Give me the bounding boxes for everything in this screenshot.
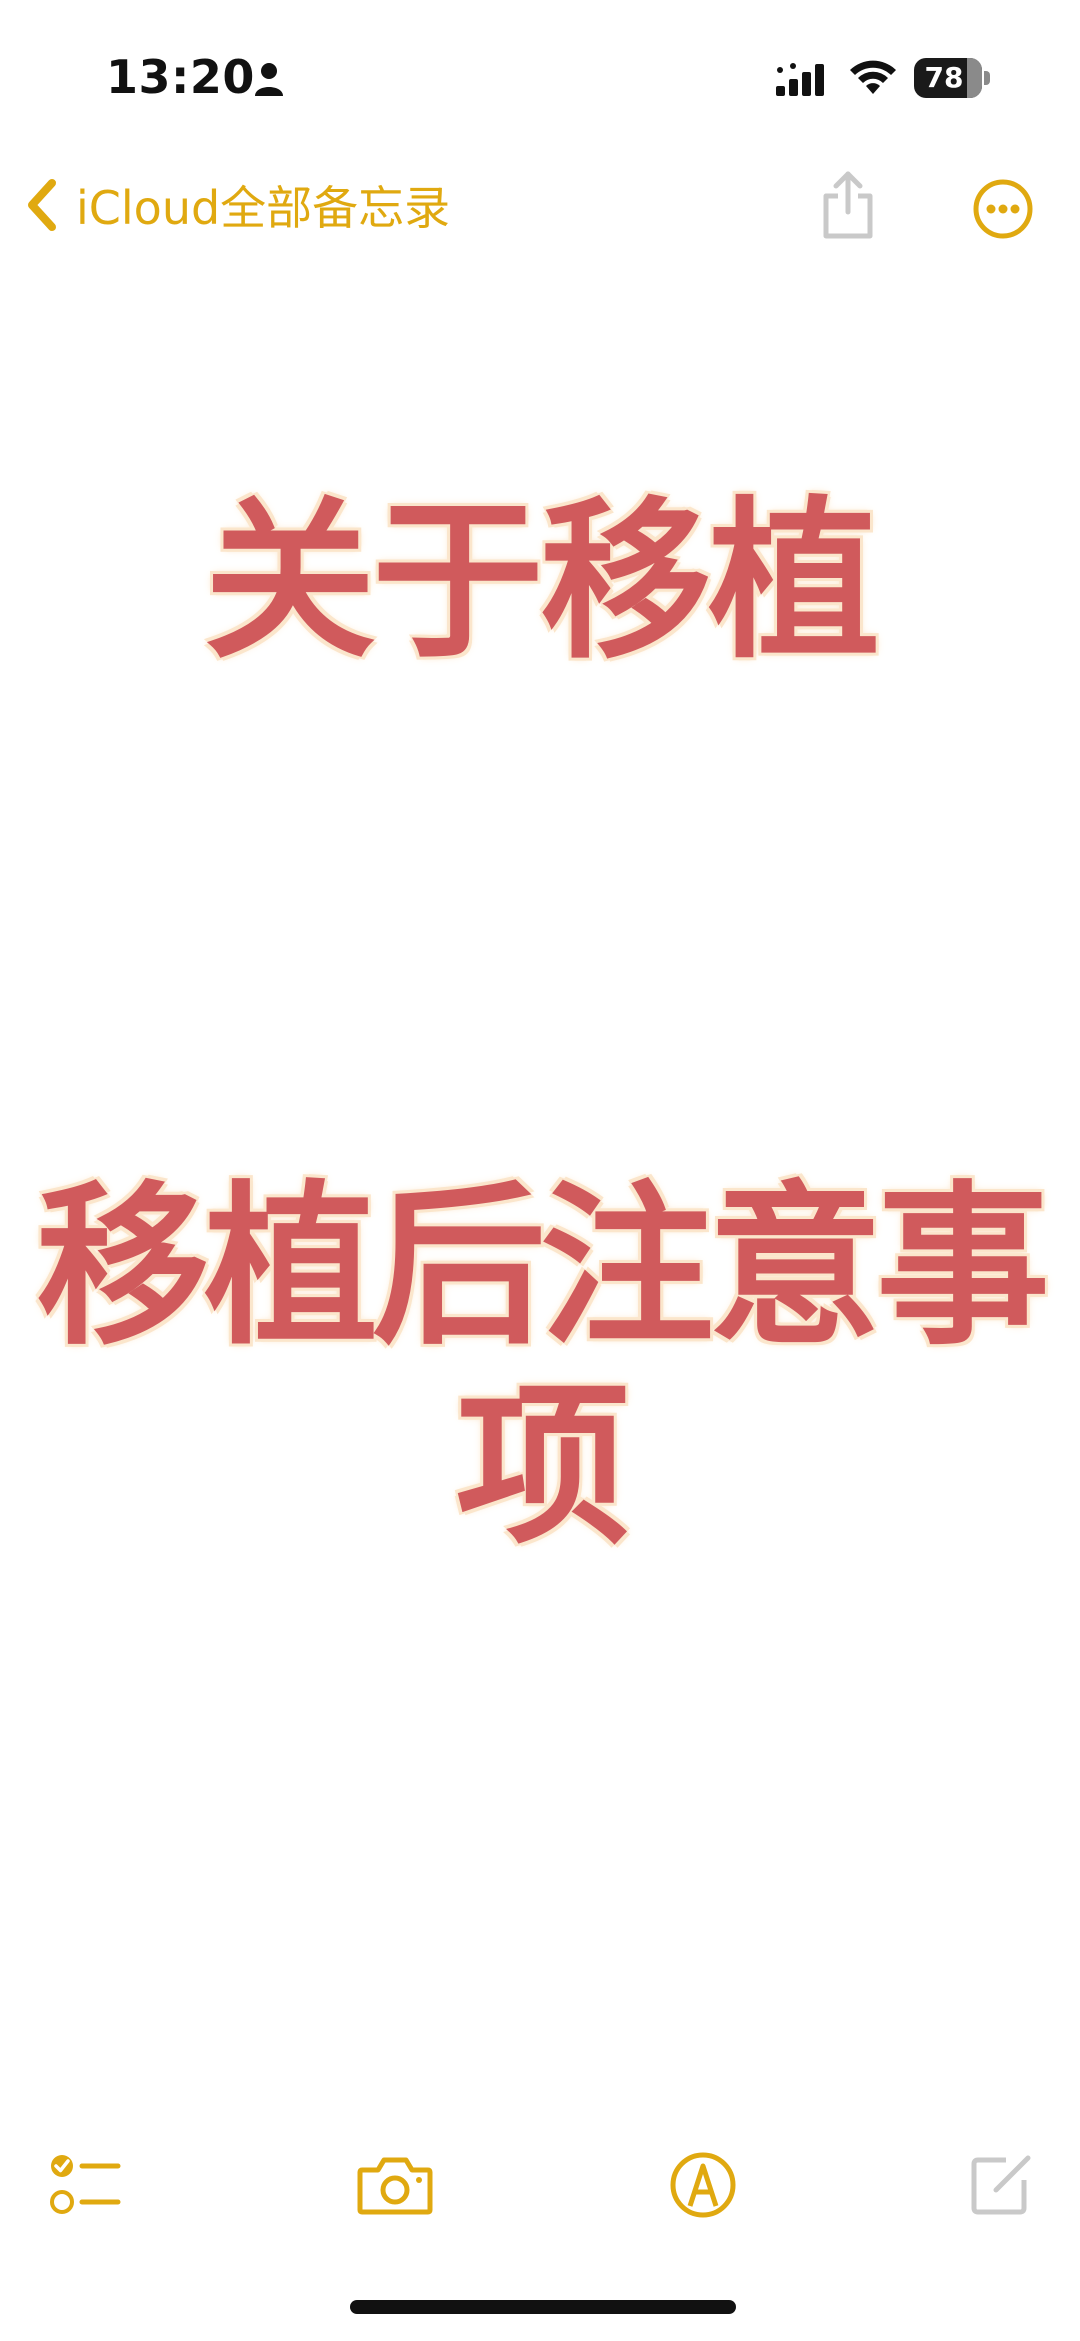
back-button-label: iCloud全部备忘录	[76, 181, 451, 235]
battery-body: 78	[914, 58, 982, 98]
person-icon	[255, 63, 283, 96]
markup-button[interactable]	[668, 2148, 738, 2222]
camera-icon	[357, 2157, 433, 2215]
note-headline-1: 关于移植	[204, 481, 880, 682]
checklist-button[interactable]	[48, 2150, 124, 2220]
battery-cap	[984, 71, 990, 85]
camera-button[interactable]	[356, 2154, 434, 2218]
compose-icon	[971, 2155, 1031, 2215]
markup-pen-icon	[670, 2152, 736, 2218]
more-options-button[interactable]	[972, 178, 1034, 240]
share-icon	[823, 171, 873, 239]
checklist-icon	[50, 2155, 121, 2214]
compose-button[interactable]	[970, 2150, 1034, 2216]
note-headline-2: 移植后注意事项	[35, 1166, 1050, 1569]
share-button[interactable]	[818, 168, 878, 242]
ellipsis-circle-icon	[973, 179, 1033, 239]
battery-indicator: 78	[914, 58, 994, 98]
chevron-left-icon	[28, 179, 56, 231]
status-time: 13:20	[106, 50, 255, 104]
bottom-toolbar	[0, 2140, 1080, 2240]
home-indicator[interactable]	[350, 2300, 736, 2314]
cellular-signal-icon	[776, 63, 824, 96]
status-bar: 13:20 78	[0, 0, 1080, 150]
note-body[interactable]: 关于移植 移植后注意事项	[0, 260, 1080, 2060]
back-button[interactable]: iCloud全部备忘录	[20, 170, 450, 240]
wifi-icon	[850, 60, 896, 94]
battery-level: 78	[924, 61, 964, 94]
